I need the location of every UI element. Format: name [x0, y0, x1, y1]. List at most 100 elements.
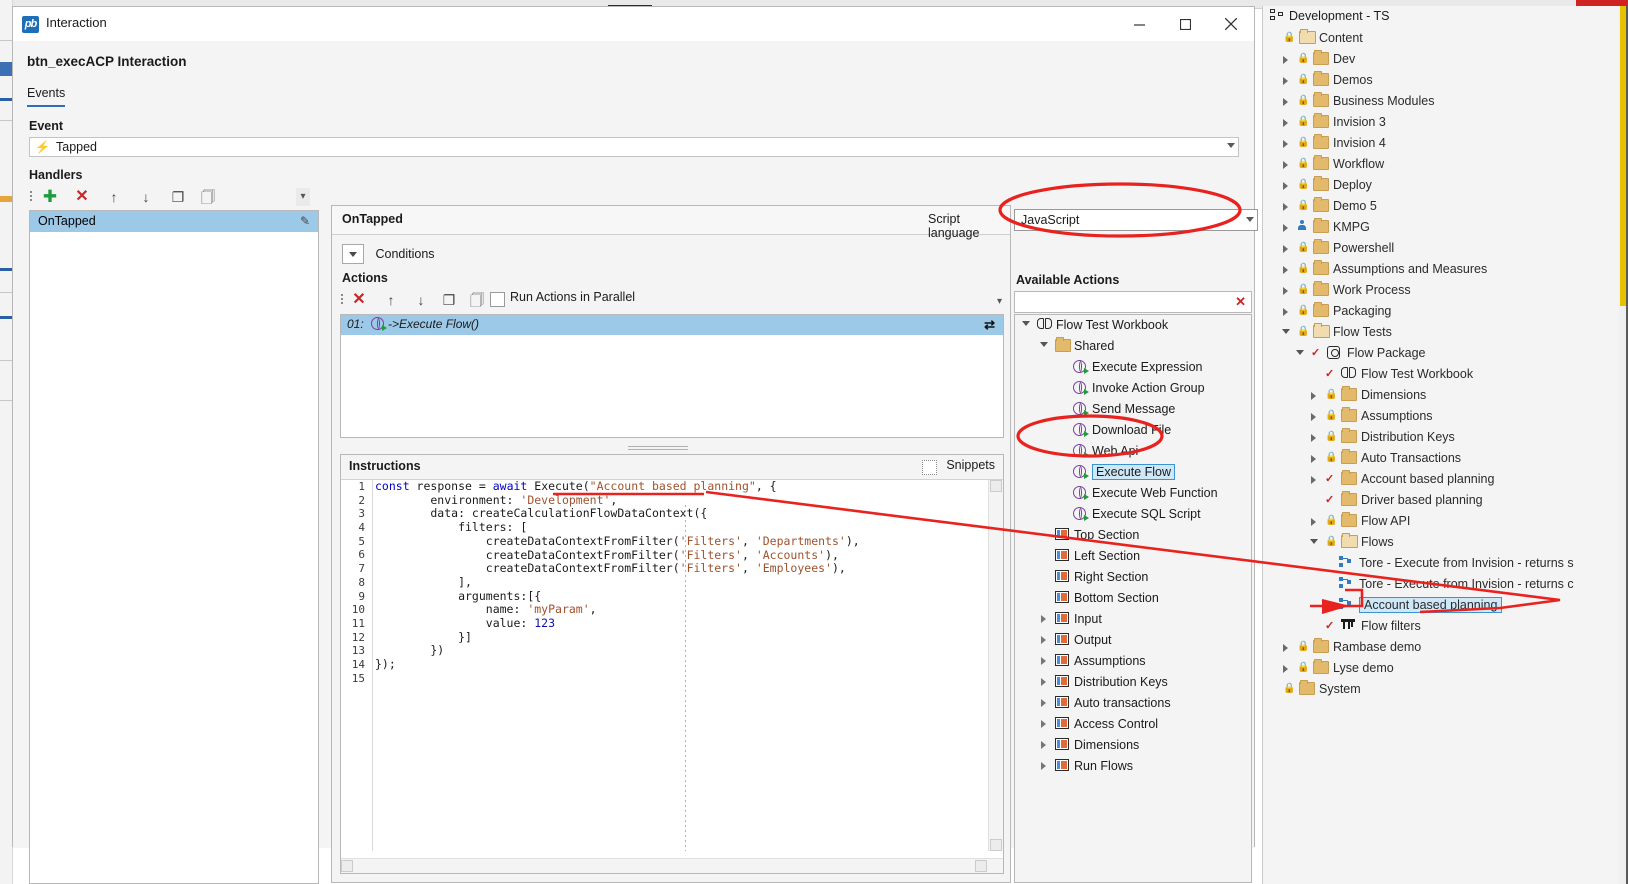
- tree-item[interactable]: 🔒Content: [1263, 28, 1628, 49]
- tree-item[interactable]: Tore - Execute from Invision - returns c: [1263, 574, 1628, 595]
- available-action-item[interactable]: Input: [1015, 609, 1251, 630]
- move-up-button[interactable]: ↑: [101, 185, 127, 209]
- tree-item[interactable]: ✓Flow filters: [1263, 616, 1628, 637]
- event-select[interactable]: ⚡ Tapped: [29, 137, 1239, 157]
- available-action-item[interactable]: Run Flows: [1015, 756, 1251, 777]
- chevron-right-icon[interactable]: [1283, 77, 1288, 85]
- copy-action-button[interactable]: ❐: [436, 288, 462, 312]
- editor-vertical-scrollbar[interactable]: [988, 480, 1003, 851]
- chevron-right-icon[interactable]: [1283, 308, 1288, 316]
- available-action-item[interactable]: Output: [1015, 630, 1251, 651]
- tree-item[interactable]: 🔒Lyse demo: [1263, 658, 1628, 679]
- delete-handler-button[interactable]: ✕: [69, 185, 95, 209]
- minimize-icon[interactable]: [1116, 7, 1162, 40]
- tree-item[interactable]: 🔒Powershell: [1263, 238, 1628, 259]
- available-action-item[interactable]: Execute Web Function: [1015, 483, 1251, 504]
- chevron-right-icon[interactable]: [1041, 636, 1046, 644]
- chevron-right-icon[interactable]: [1041, 762, 1046, 770]
- tree-item[interactable]: 🔒Deploy: [1263, 175, 1628, 196]
- chevron-down-icon[interactable]: [1310, 539, 1318, 544]
- run-parallel-checkbox[interactable]: [490, 292, 505, 307]
- tree-item[interactable]: 🔒Assumptions and Measures: [1263, 259, 1628, 280]
- available-action-item[interactable]: Distribution Keys: [1015, 672, 1251, 693]
- add-handler-button[interactable]: ✚: [37, 185, 63, 209]
- chevron-right-icon[interactable]: [1041, 615, 1046, 623]
- chevron-right-icon[interactable]: [1283, 224, 1288, 232]
- code-text[interactable]: const response = await Execute("Account …: [375, 480, 860, 672]
- tree-item[interactable]: ✓Flow Package: [1263, 343, 1628, 364]
- available-action-item[interactable]: Web Api: [1015, 441, 1251, 462]
- chevron-right-icon[interactable]: [1283, 287, 1288, 295]
- available-action-item[interactable]: Access Control: [1015, 714, 1251, 735]
- available-action-item[interactable]: Bottom Section: [1015, 588, 1251, 609]
- available-action-item[interactable]: Shared: [1015, 336, 1251, 357]
- tree-item[interactable]: 🔒Invision 4: [1263, 133, 1628, 154]
- chevron-right-icon[interactable]: [1041, 678, 1046, 686]
- tree-item[interactable]: 🔒Work Process: [1263, 280, 1628, 301]
- tree-item[interactable]: 🔒Demo 5: [1263, 196, 1628, 217]
- chevron-right-icon[interactable]: [1283, 266, 1288, 274]
- toolbar-grip[interactable]: [340, 292, 344, 308]
- available-action-item[interactable]: Dimensions: [1015, 735, 1251, 756]
- tree-item[interactable]: KMPG: [1263, 217, 1628, 238]
- tree-item[interactable]: 🔒Packaging: [1263, 301, 1628, 322]
- move-action-up-button[interactable]: ↑: [378, 288, 404, 312]
- available-action-item[interactable]: Invoke Action Group: [1015, 378, 1251, 399]
- tab-events[interactable]: Events: [27, 86, 65, 107]
- available-action-item[interactable]: Execute SQL Script: [1015, 504, 1251, 525]
- toolbar-overflow-button[interactable]: ▾: [296, 188, 310, 206]
- table-row[interactable]: 01: ->Execute Flow() ⇄: [341, 315, 1003, 335]
- tree-item[interactable]: Tore - Execute from Invision - returns s: [1263, 553, 1628, 574]
- edit-pencil-icon[interactable]: ✎: [300, 214, 310, 228]
- tree-item[interactable]: 🔒Flow API: [1263, 511, 1628, 532]
- close-icon[interactable]: [1208, 7, 1254, 40]
- chevron-right-icon[interactable]: [1311, 413, 1316, 421]
- editor-horizontal-scrollbar[interactable]: [341, 858, 1003, 873]
- tree-item[interactable]: 🔒System: [1263, 679, 1628, 700]
- chevron-right-icon[interactable]: [1311, 518, 1316, 526]
- chevron-right-icon[interactable]: [1041, 657, 1046, 665]
- delete-action-button[interactable]: ✕: [346, 288, 372, 312]
- chevron-right-icon[interactable]: [1283, 119, 1288, 127]
- chevron-right-icon[interactable]: [1283, 203, 1288, 211]
- chevron-right-icon[interactable]: [1311, 434, 1316, 442]
- chevron-down-icon[interactable]: [1022, 321, 1030, 326]
- chevron-right-icon[interactable]: [1283, 665, 1288, 673]
- chevron-right-icon[interactable]: [1283, 644, 1288, 652]
- swap-icon[interactable]: ⇄: [984, 317, 995, 333]
- chevron-down-icon[interactable]: [1282, 329, 1290, 334]
- tree-item[interactable]: 🔒Workflow: [1263, 154, 1628, 175]
- chevron-right-icon[interactable]: [1283, 56, 1288, 64]
- tree-item[interactable]: 🔒Distribution Keys: [1263, 427, 1628, 448]
- chevron-right-icon[interactable]: [1041, 741, 1046, 749]
- script-language-select[interactable]: JavaScript: [1014, 209, 1258, 231]
- available-action-item[interactable]: Download File: [1015, 420, 1251, 441]
- development-tree[interactable]: 🔒Content🔒Dev🔒Demos🔒Business Modules🔒Invi…: [1263, 28, 1628, 700]
- tree-item[interactable]: ✓Driver based planning: [1263, 490, 1628, 511]
- tree-item[interactable]: 🔒Assumptions: [1263, 406, 1628, 427]
- toolbar-grip[interactable]: [29, 189, 33, 205]
- available-action-item[interactable]: Right Section: [1015, 567, 1251, 588]
- move-action-down-button[interactable]: ↓: [408, 288, 434, 312]
- tree-item[interactable]: ✓Flow Test Workbook: [1263, 364, 1628, 385]
- tree-item[interactable]: 🔒Flows: [1263, 532, 1628, 553]
- chevron-right-icon[interactable]: [1311, 455, 1316, 463]
- paste-action-button[interactable]: 🗍: [464, 288, 490, 312]
- chevron-right-icon[interactable]: [1311, 392, 1316, 400]
- available-actions-search[interactable]: ✕: [1014, 291, 1252, 313]
- available-action-item[interactable]: Left Section: [1015, 546, 1251, 567]
- maximize-icon[interactable]: [1162, 7, 1208, 40]
- available-action-item[interactable]: Assumptions: [1015, 651, 1251, 672]
- chevron-down-icon[interactable]: [1296, 350, 1304, 355]
- code-editor[interactable]: 1 2 3 4 5 6 7 8 9 10 11 12 13: [341, 480, 1003, 851]
- available-action-item[interactable]: Auto transactions: [1015, 693, 1251, 714]
- paste-button[interactable]: 🗍: [195, 185, 221, 209]
- chevron-right-icon[interactable]: [1311, 476, 1316, 484]
- tree-item[interactable]: 🔒Business Modules: [1263, 91, 1628, 112]
- tree-item[interactable]: 🔒Flow Tests: [1263, 322, 1628, 343]
- tree-item[interactable]: 🔒Rambase demo: [1263, 637, 1628, 658]
- available-action-item[interactable]: Send Message: [1015, 399, 1251, 420]
- tree-item[interactable]: 🔒Dev: [1263, 49, 1628, 70]
- chevron-right-icon[interactable]: [1283, 140, 1288, 148]
- panel-splitter[interactable]: [628, 444, 688, 452]
